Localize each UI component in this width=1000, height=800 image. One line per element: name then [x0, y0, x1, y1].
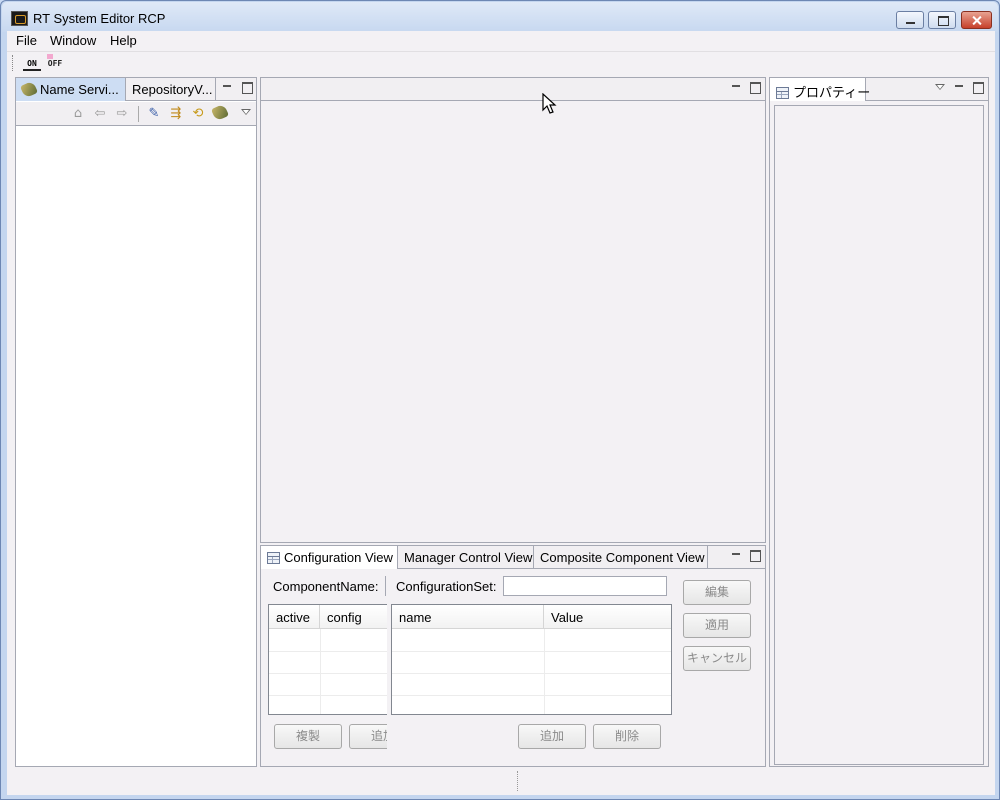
toolbar-separator [138, 106, 139, 122]
minimize-view-icon[interactable] [954, 82, 965, 92]
configuration-tabbar: Configuration View Manager Control View … [261, 546, 765, 569]
forward-icon[interactable]: ⇨ [114, 106, 130, 122]
tab-manager-control-view[interactable]: Manager Control View [398, 546, 534, 569]
client-area: File Window Help ON OFF Name Servi... Re… [7, 31, 995, 795]
minimize-view-icon[interactable] [731, 82, 742, 92]
properties-panel: プロパティー [769, 77, 989, 767]
column-value[interactable]: Value [544, 605, 671, 629]
row-divider [269, 651, 387, 652]
column-divider [320, 629, 321, 714]
maximize-button[interactable] [928, 11, 956, 29]
connect-icon[interactable]: ⇶ [168, 106, 184, 122]
close-button[interactable] [961, 11, 992, 29]
app-window: RT System Editor RCP File Window Help ON… [0, 0, 1000, 800]
delete-param-button[interactable]: 削除 [593, 724, 661, 749]
minimize-view-icon[interactable] [222, 82, 233, 92]
add-config-set-button[interactable]: 追加 [349, 724, 387, 749]
toolbar-grip[interactable] [12, 55, 14, 71]
tab-composite-component-view[interactable]: Composite Component View [534, 546, 708, 569]
home-icon[interactable]: ⌂ [70, 106, 86, 122]
configuration-set-field[interactable] [503, 576, 667, 596]
properties-content [774, 105, 984, 765]
tab-label: Configuration View [284, 550, 393, 565]
tab-configuration-view[interactable]: Configuration View [261, 546, 398, 569]
configuration-panel: Configuration View Manager Control View … [260, 545, 766, 767]
clear-zombie-icon[interactable]: ✎ [146, 106, 162, 122]
component-name-field[interactable] [385, 576, 386, 596]
properties-tabbar: プロパティー [770, 78, 988, 101]
component-name-label: ComponentName: [273, 579, 379, 594]
window-title: RT System Editor RCP [33, 11, 166, 26]
editor-tabbar [261, 78, 765, 101]
config-set-table-header: active config [269, 605, 387, 629]
tab-label: Composite Component View [540, 550, 705, 565]
row-divider [392, 651, 671, 652]
editor-area [260, 77, 766, 543]
title-bar[interactable]: RT System Editor RCP [2, 2, 998, 32]
row-divider [392, 673, 671, 674]
copy-button[interactable]: 複製 [274, 724, 342, 749]
app-icon [11, 11, 28, 26]
menu-bar: File Window Help [7, 31, 995, 51]
all-activate-icon[interactable]: ON [23, 56, 41, 71]
mouse-cursor-icon [542, 93, 557, 114]
name-service-tabbar: Name Servi... RepositoryV... [16, 78, 256, 101]
menu-help[interactable]: Help [110, 33, 137, 48]
table-icon [267, 552, 280, 564]
column-config[interactable]: config [320, 605, 387, 629]
view-menu-icon[interactable] [934, 82, 945, 92]
status-bar-grip[interactable] [517, 771, 519, 791]
add-param-button[interactable]: 追加 [518, 724, 586, 749]
name-service-toolbar: ⌂ ⇦ ⇨ ✎ ⇶ ⟲ [16, 102, 256, 126]
tab-repository-view[interactable]: RepositoryV... [126, 78, 216, 101]
tab-label: プロパティー [793, 85, 871, 100]
column-active[interactable]: active [269, 605, 320, 629]
refresh-icon[interactable]: ⟲ [190, 106, 206, 122]
configuration-set-label: ConfigurationSet: [396, 579, 497, 594]
maximize-view-icon[interactable] [749, 550, 761, 562]
table-icon [776, 87, 789, 99]
minimize-button[interactable] [896, 11, 924, 29]
tab-properties[interactable]: プロパティー [770, 78, 870, 101]
status-bar [7, 767, 995, 795]
config-set-table[interactable]: active config [268, 604, 387, 715]
cancel-button[interactable]: キャンセル [683, 646, 751, 671]
menu-file[interactable]: File [16, 33, 37, 48]
add-config-set-clip: 追加 [349, 724, 387, 749]
row-divider [269, 695, 387, 696]
name-service-panel: Name Servi... RepositoryV... ⌂ ⇦ ⇨ ✎ ⇶ ⟲ [15, 77, 257, 767]
apply-button[interactable]: 適用 [683, 613, 751, 638]
column-divider [544, 629, 545, 714]
maximize-view-icon[interactable] [972, 82, 984, 94]
all-deactivate-icon[interactable]: OFF [46, 54, 64, 71]
tab-name-service[interactable]: Name Servi... [16, 78, 126, 101]
row-divider [269, 673, 387, 674]
edit-button[interactable]: 編集 [683, 580, 751, 605]
tab-label: RepositoryV... [132, 82, 213, 97]
row-divider [392, 695, 671, 696]
tab-label: Manager Control View [404, 550, 533, 565]
view-menu-icon[interactable] [240, 107, 251, 117]
back-icon[interactable]: ⇦ [92, 106, 108, 122]
main-toolbar: ON OFF [7, 51, 995, 73]
maximize-view-icon[interactable] [241, 82, 253, 94]
column-name[interactable]: name [392, 605, 544, 629]
add-name-server-icon[interactable] [210, 103, 230, 122]
configuration-param-table[interactable]: name Value [391, 604, 672, 715]
minimize-view-icon[interactable] [731, 550, 742, 560]
plug-icon [210, 103, 230, 122]
plug-icon [19, 80, 39, 99]
param-table-header: name Value [392, 605, 671, 629]
menu-window[interactable]: Window [50, 33, 96, 48]
maximize-view-icon[interactable] [749, 82, 761, 94]
tab-label: Name Servi... [40, 82, 119, 97]
